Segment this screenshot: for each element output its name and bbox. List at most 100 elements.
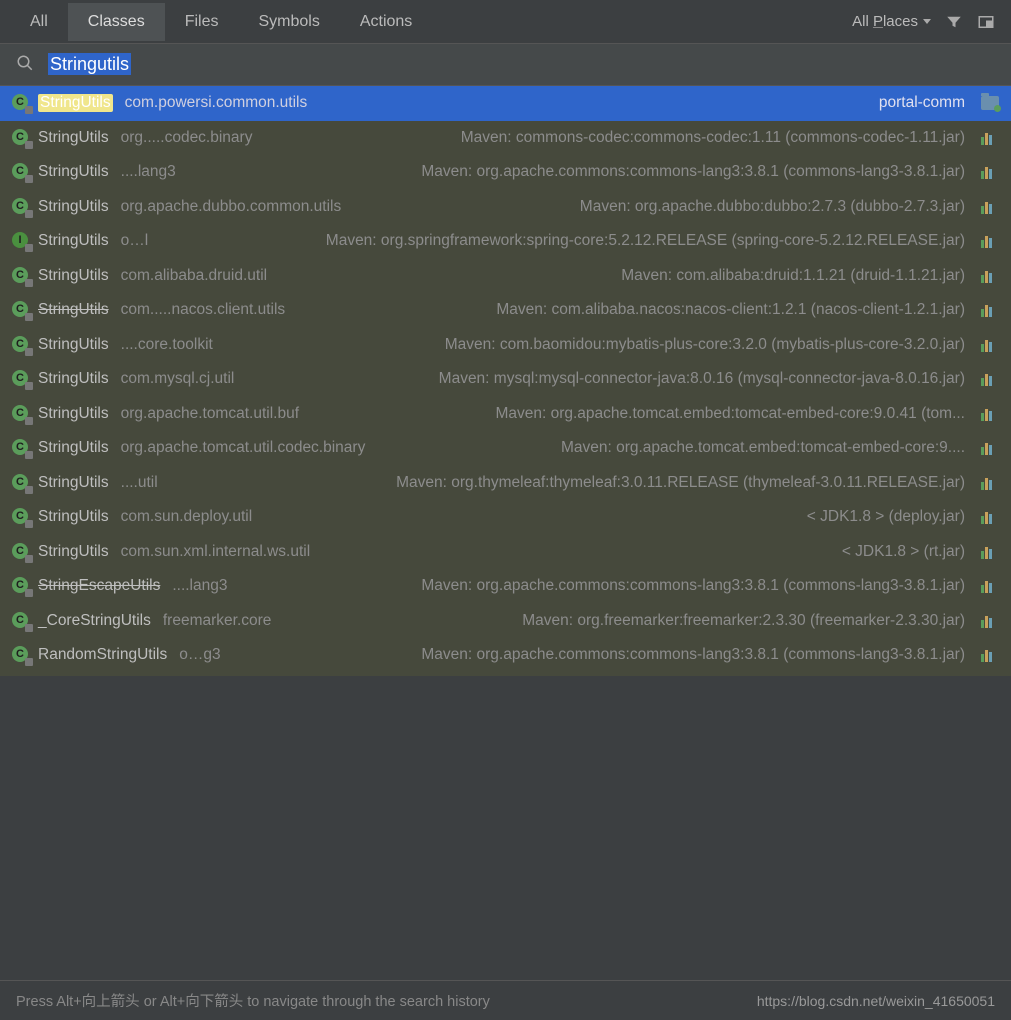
library-icon xyxy=(981,579,999,593)
result-package: com.....nacos.client.utils xyxy=(121,301,286,319)
library-icon xyxy=(981,372,999,386)
result-row[interactable]: C StringUtils com.powersi.common.utils port… xyxy=(0,86,1011,121)
tab-all[interactable]: All xyxy=(10,3,68,41)
result-class-name: RandomStringUtils xyxy=(38,646,167,664)
library-icon xyxy=(981,131,999,145)
result-class-name: StringUtils xyxy=(38,198,109,216)
result-class-name: StringUtils xyxy=(38,301,109,319)
library-icon xyxy=(981,200,999,214)
result-class-name: StringUtils xyxy=(38,336,109,354)
result-row[interactable]: CRandomStringUtilso…g3Maven: org.apache.… xyxy=(0,638,1011,673)
result-row[interactable]: CStringUtils....utilMaven: org.thymeleaf… xyxy=(0,466,1011,501)
result-class-name: StringUtils xyxy=(38,232,109,250)
result-class-name: StringUtils xyxy=(38,163,109,181)
result-package: com.powersi.common.utils xyxy=(125,94,308,112)
result-row[interactable]: C StringEscapeUtils ....lang3 Maven: org.ap… xyxy=(0,569,1011,604)
result-location: Maven: com.alibaba:druid:1.1.21 (druid-1… xyxy=(621,267,965,285)
result-location: Maven: org.springframework:spring-core:5… xyxy=(326,232,965,250)
result-package: com.mysql.cj.util xyxy=(121,370,235,388)
library-icon xyxy=(981,441,999,455)
result-class-name: StringUtils xyxy=(38,267,109,285)
class-icon: C xyxy=(12,163,30,181)
library-icon xyxy=(981,476,999,490)
result-class-name: StringEscapeUtils xyxy=(38,577,160,595)
class-icon: C xyxy=(12,543,30,561)
result-row[interactable]: C_CoreStringUtilsfreemarker.coreMaven: o… xyxy=(0,604,1011,639)
class-icon: I xyxy=(12,232,30,250)
tab-files[interactable]: Files xyxy=(165,3,239,41)
class-icon: C xyxy=(12,301,30,319)
result-class-name: StringUtils xyxy=(38,405,109,423)
result-class-name: StringUtils xyxy=(38,94,113,112)
class-icon: C xyxy=(12,198,30,216)
result-class-name: StringUtils xyxy=(38,370,109,388)
result-row[interactable]: CStringUtilscom.sun.xml.internal.ws.util… xyxy=(0,535,1011,570)
status-bar: Press Alt+向上箭头 or Alt+向下箭头 to navigate t… xyxy=(0,980,1011,1020)
class-icon: C xyxy=(12,439,30,457)
result-row[interactable]: CStringUtilscom.alibaba.druid.utilMaven:… xyxy=(0,259,1011,294)
search-bar: Stringutils xyxy=(0,44,1011,86)
tab-classes[interactable]: Classes xyxy=(68,3,165,41)
result-location: Maven: org.apache.tomcat.embed:tomcat-em… xyxy=(561,439,965,457)
class-icon: C xyxy=(12,94,30,112)
result-location: Maven: com.alibaba.nacos:nacos-client:1.… xyxy=(496,301,965,319)
pin-window-icon[interactable] xyxy=(977,13,995,31)
folder-icon xyxy=(981,96,999,110)
result-location: Maven: org.apache.commons:commons-lang3:… xyxy=(421,646,965,664)
class-icon: C xyxy=(12,336,30,354)
result-row[interactable]: CStringUtils....lang3Maven: org.apache.c… xyxy=(0,155,1011,190)
result-location: portal-comm xyxy=(879,94,965,112)
result-class-name: StringUtils xyxy=(38,474,109,492)
class-icon: C xyxy=(12,405,30,423)
result-class-name: StringUtils xyxy=(38,508,109,526)
result-row[interactable]: C StringUtils com.sun.deploy.util < JDK1.8 … xyxy=(0,500,1011,535)
result-package: ....lang3 xyxy=(172,577,227,595)
result-row[interactable]: CStringUtilsorg.apache.tomcat.util.codec… xyxy=(0,431,1011,466)
result-location: Maven: org.freemarker:freemarker:2.3.30 … xyxy=(522,612,965,630)
tab-actions[interactable]: Actions xyxy=(340,3,432,41)
result-location: Maven: org.apache.commons:commons-lang3:… xyxy=(421,577,965,595)
chevron-down-icon xyxy=(923,19,931,24)
result-row[interactable]: C StringUtils com.....nacos.client.utils Ma… xyxy=(0,293,1011,328)
result-package: o…g3 xyxy=(179,646,220,664)
result-class-name: StringUtils xyxy=(38,129,109,147)
result-row[interactable]: C StringUtils org.apache.dubbo.common.util… xyxy=(0,190,1011,225)
library-icon xyxy=(981,648,999,662)
filter-icon[interactable] xyxy=(945,13,963,31)
result-location: Maven: org.apache.tomcat.embed:tomcat-em… xyxy=(495,405,965,423)
result-package: org.apache.tomcat.util.buf xyxy=(121,405,299,423)
result-package: com.sun.deploy.util xyxy=(121,508,253,526)
result-package: com.sun.xml.internal.ws.util xyxy=(121,543,311,561)
library-icon xyxy=(981,234,999,248)
watermark: https://blog.csdn.net/weixin_41650051 xyxy=(757,993,995,1009)
result-package: org.apache.dubbo.common.utils xyxy=(121,198,342,216)
class-icon: C xyxy=(12,577,30,595)
result-row[interactable]: IStringUtilso…lMaven: org.springframewor… xyxy=(0,224,1011,259)
search-input[interactable]: Stringutils xyxy=(48,54,995,75)
result-row[interactable]: CStringUtilsorg.....codec.binaryMaven: c… xyxy=(0,121,1011,156)
result-location: < JDK1.8 > (deploy.jar) xyxy=(807,508,965,526)
result-package: org.....codec.binary xyxy=(121,129,253,147)
library-icon xyxy=(981,545,999,559)
result-location: Maven: com.baomidou:mybatis-plus-core:3.… xyxy=(445,336,965,354)
library-icon xyxy=(981,510,999,524)
result-package: ....lang3 xyxy=(121,163,176,181)
library-icon xyxy=(981,338,999,352)
class-icon: C xyxy=(12,370,30,388)
result-class-name: StringUtils xyxy=(38,439,109,457)
result-package: ....util xyxy=(121,474,158,492)
result-location: Maven: org.thymeleaf:thymeleaf:3.0.11.RE… xyxy=(396,474,965,492)
result-location: Maven: mysql:mysql-connector-java:8.0.16… xyxy=(439,370,965,388)
result-row[interactable]: C StringUtils ....core.toolkit Maven: com.b… xyxy=(0,328,1011,363)
class-icon: C xyxy=(12,508,30,526)
result-location: Maven: org.apache.dubbo:dubbo:2.7.3 (dub… xyxy=(580,198,965,216)
class-icon: C xyxy=(12,267,30,285)
scope-label: All Places xyxy=(852,13,918,30)
tab-symbols[interactable]: Symbols xyxy=(238,3,339,41)
result-row[interactable]: C StringUtils com.mysql.cj.util Maven: mysq… xyxy=(0,362,1011,397)
scope-selector[interactable]: All Places xyxy=(852,13,931,30)
result-package: ....core.toolkit xyxy=(121,336,213,354)
result-row[interactable]: C StringUtils org.apache.tomcat.util.buf Ma… xyxy=(0,397,1011,432)
result-location: Maven: commons-codec:commons-codec:1.11 … xyxy=(461,129,965,147)
library-icon xyxy=(981,269,999,283)
